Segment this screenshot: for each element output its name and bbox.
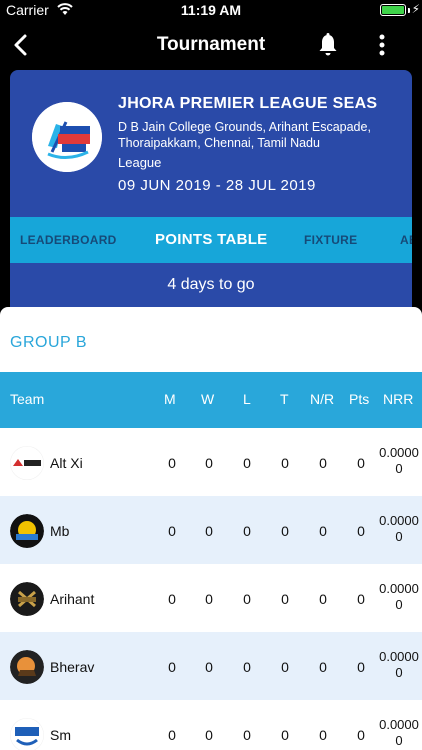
tab-leaderboard[interactable]: LEADERBOARD (20, 217, 117, 263)
cell-points: 0 (357, 455, 365, 471)
header-nrr: NRR (383, 391, 414, 407)
header-team: Team (10, 391, 45, 407)
charging-icon: ⚡ (411, 2, 420, 16)
battery-icon (380, 4, 406, 16)
cell-wins: 0 (205, 659, 213, 675)
cell-wins: 0 (205, 523, 213, 539)
team-logo-sm (10, 718, 44, 750)
cell-nrr: 0.00000 (379, 445, 419, 476)
cell-ties: 0 (281, 659, 289, 675)
header-points: Pts (349, 391, 370, 407)
cell-no-result: 0 (319, 727, 327, 743)
tab-about[interactable]: AB (400, 217, 412, 263)
tournament-dates: 09 JUN 2019 - 28 JUL 2019 (118, 177, 316, 194)
table-row[interactable]: Arihant 0 0 0 0 0 0 0.00000 (0, 564, 422, 632)
battery-level (382, 6, 404, 14)
cell-points: 0 (357, 591, 365, 607)
cell-losses: 0 (243, 523, 251, 539)
tournament-name: JHORA PREMIER LEAGUE SEAS (118, 95, 378, 112)
cell-wins: 0 (205, 727, 213, 743)
cell-matches: 0 (168, 591, 176, 607)
status-bar: Carrier 11:19 AM ⚡ (0, 0, 422, 20)
cell-wins: 0 (205, 455, 213, 471)
team-name: Sm (50, 727, 71, 743)
cell-matches: 0 (168, 727, 176, 743)
table-row[interactable]: Sm 0 0 0 0 0 0 0.00000 (0, 700, 422, 750)
cell-points: 0 (357, 727, 365, 743)
cell-points: 0 (357, 523, 365, 539)
tournament-address: D B Jain College Grounds, Arihant Escapa… (118, 120, 371, 150)
team-logo-bherav (10, 650, 44, 684)
header-wins: W (201, 391, 215, 407)
battery-tip (408, 8, 410, 13)
cell-ties: 0 (281, 727, 289, 743)
team-logo-mb (10, 514, 44, 548)
table-row[interactable]: Bherav 0 0 0 0 0 0 0.00000 (0, 632, 422, 700)
cell-nrr: 0.00000 (379, 717, 419, 748)
header-ties: T (280, 391, 289, 407)
status-time: 11:19 AM (180, 2, 242, 18)
nav-bar: Tournament (0, 20, 422, 70)
tab-points-table[interactable]: POINTS TABLE (155, 217, 268, 263)
group-title: GROUP B (10, 334, 87, 351)
team-name: Arihant (50, 591, 95, 607)
cell-losses: 0 (243, 659, 251, 675)
tab-bar: LEADERBOARD POINTS TABLE FIXTURE AB (10, 217, 412, 263)
countdown-text: 4 days to go (167, 276, 255, 293)
team-logo-alt-xi (10, 446, 44, 480)
table-row[interactable]: Mb 0 0 0 0 0 0 0.00000 (0, 496, 422, 564)
table-row[interactable]: Alt Xi 0 0 0 0 0 0 0.00000 (0, 428, 422, 496)
team-name: Mb (50, 523, 70, 539)
cell-nrr: 0.00000 (379, 513, 419, 544)
cell-no-result: 0 (319, 523, 327, 539)
header-losses: L (243, 391, 251, 407)
team-name: Bherav (50, 659, 95, 675)
header-no-result: N/R (310, 391, 335, 407)
more-vertical-icon[interactable] (372, 32, 392, 58)
table-header: Team M W L T N/R Pts NRR (0, 372, 422, 428)
cell-nrr: 0.00000 (379, 581, 419, 612)
tournament-card: JHORA PREMIER LEAGUE SEAS D B Jain Colle… (10, 70, 412, 307)
cell-no-result: 0 (319, 591, 327, 607)
tournament-type: League (118, 155, 162, 170)
cell-matches: 0 (168, 659, 176, 675)
page-title: Tournament (156, 34, 266, 55)
cell-losses: 0 (243, 455, 251, 471)
cell-ties: 0 (281, 523, 289, 539)
header-matches: M (164, 391, 176, 407)
cell-ties: 0 (281, 455, 289, 471)
tournament-logo (32, 102, 102, 172)
cell-losses: 0 (243, 727, 251, 743)
cell-no-result: 0 (319, 659, 327, 675)
cell-wins: 0 (205, 591, 213, 607)
cell-points: 0 (357, 659, 365, 675)
tab-fixture[interactable]: FIXTURE (304, 217, 357, 263)
cell-ties: 0 (281, 591, 289, 607)
cell-matches: 0 (168, 523, 176, 539)
table-rows: Alt Xi 0 0 0 0 0 0 0.00000 Mb 0 0 0 0 0 … (0, 428, 422, 750)
team-name: Alt Xi (50, 455, 83, 471)
cell-nrr: 0.00000 (379, 649, 419, 680)
cell-losses: 0 (243, 591, 251, 607)
cell-matches: 0 (168, 455, 176, 471)
points-table-panel: GROUP B Team M W L T N/R Pts NRR Alt Xi … (0, 307, 422, 750)
cell-no-result: 0 (319, 455, 327, 471)
team-logo-arihant (10, 582, 44, 616)
bell-icon[interactable] (316, 32, 340, 58)
